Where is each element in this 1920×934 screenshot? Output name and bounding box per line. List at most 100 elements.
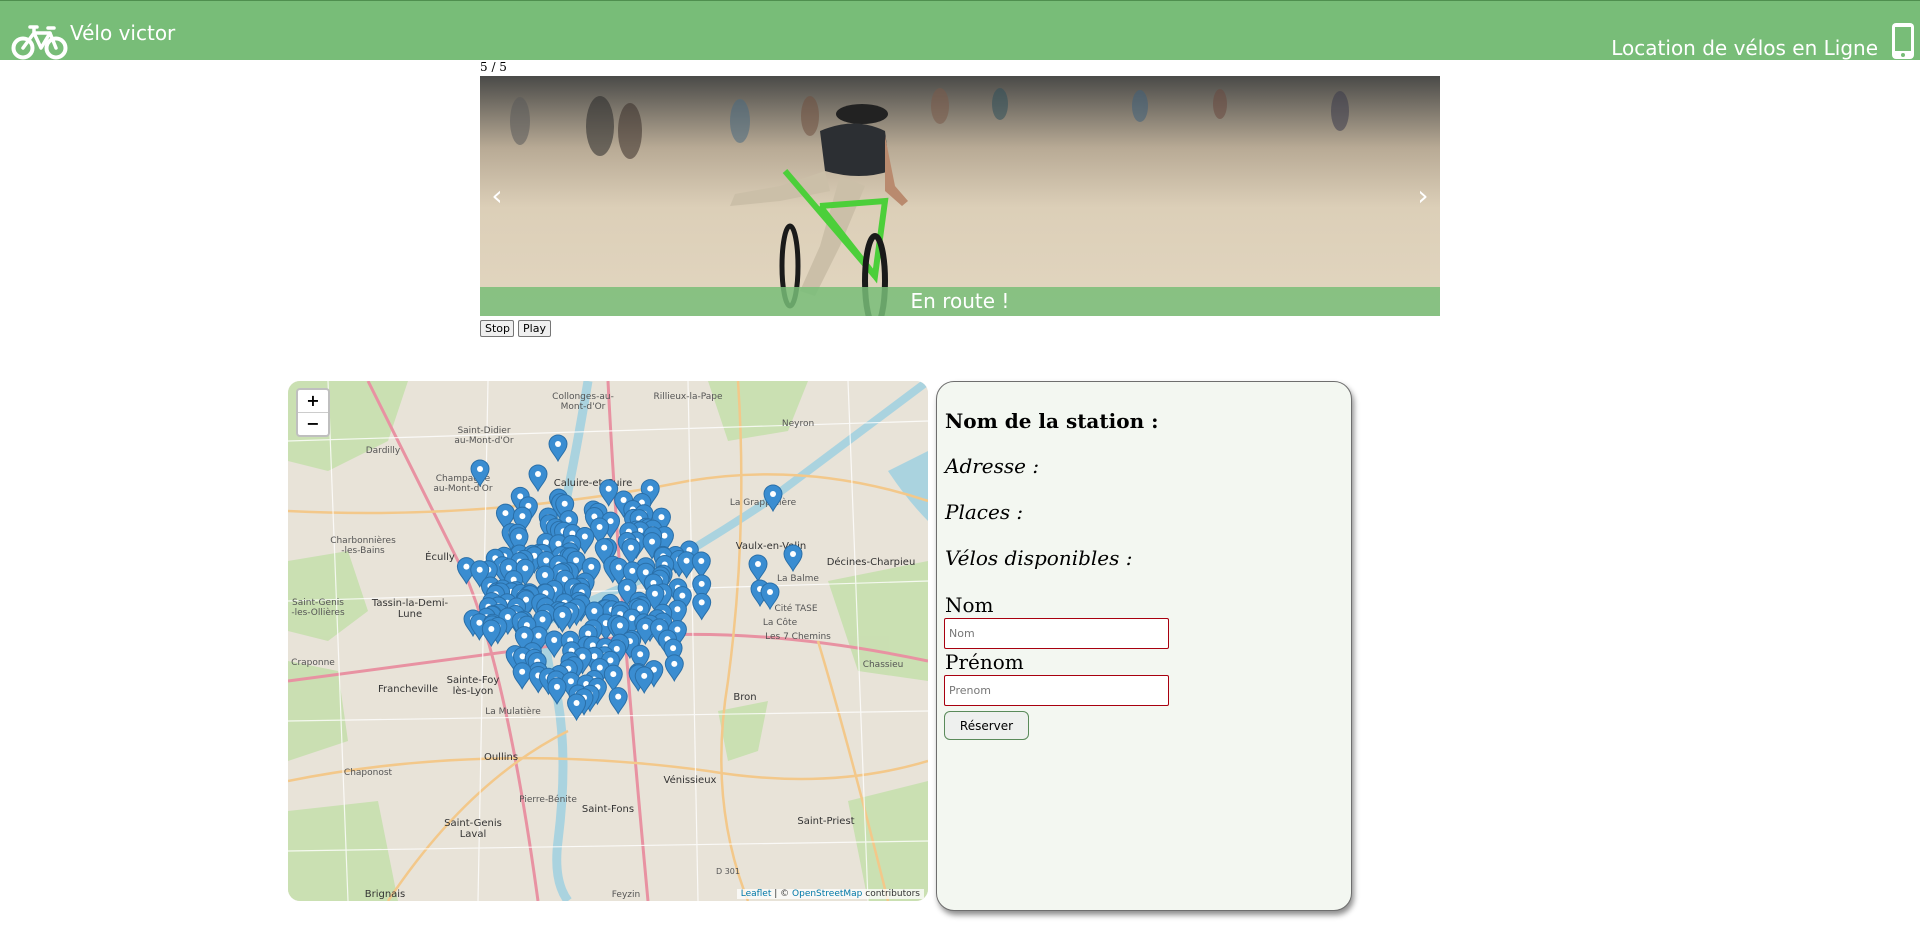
station-panel: Nom de la station : Adresse : Places : V… bbox=[936, 381, 1352, 911]
attribution-separator: | © bbox=[771, 889, 793, 899]
svg-text:Bron: Bron bbox=[733, 692, 756, 703]
site-header: Vélo victor Location de vélos en Ligne bbox=[0, 0, 1920, 60]
map-pin-dot bbox=[502, 510, 509, 517]
svg-text:Tassin-la-Demi-: Tassin-la-Demi- bbox=[371, 598, 449, 609]
svg-text:Oullins: Oullins bbox=[484, 752, 518, 763]
svg-text:lès-Lyon: lès-Lyon bbox=[453, 685, 494, 697]
map-pin-dot bbox=[573, 557, 580, 564]
leaflet-link[interactable]: Leaflet bbox=[741, 889, 772, 899]
map-pin-dot bbox=[607, 518, 614, 525]
svg-text:Feyzin: Feyzin bbox=[612, 890, 640, 900]
map-pin-dot bbox=[551, 637, 558, 644]
zoom-in-button[interactable]: + bbox=[298, 390, 328, 413]
slide-caption: En route ! bbox=[910, 289, 1010, 313]
attribution-suffix: contributors bbox=[862, 889, 920, 899]
map-pin-dot bbox=[559, 611, 566, 618]
svg-text:-les-Bains: -les-Bains bbox=[341, 546, 385, 556]
map-pin-dot bbox=[588, 563, 595, 570]
zoom-out-button[interactable]: − bbox=[298, 413, 328, 435]
map-tiles[interactable]: Collonges-au-Mont-d'Or Rillieux-la-Pape … bbox=[288, 381, 928, 901]
map-pin-dot bbox=[624, 585, 631, 592]
map-pin-dot bbox=[515, 533, 522, 540]
map-pin-dot bbox=[573, 699, 580, 706]
svg-text:Pierre-Bénite: Pierre-Bénite bbox=[519, 794, 577, 805]
svg-text:Mont-d'Or: Mont-d'Or bbox=[561, 402, 606, 412]
map-pin-dot bbox=[698, 599, 705, 606]
map-pin-dot bbox=[642, 569, 649, 576]
map-pin-dot bbox=[601, 544, 608, 551]
reserve-button[interactable]: Réserver bbox=[944, 711, 1029, 740]
map-pin-dot bbox=[504, 614, 511, 621]
slide-caption-bar: En route ! bbox=[480, 287, 1440, 316]
map-pin-dot bbox=[591, 653, 598, 660]
map-pin-dot bbox=[642, 623, 649, 630]
map-pin-dot bbox=[522, 565, 529, 572]
map-pin-dot bbox=[535, 471, 541, 477]
svg-text:Écully: Écully bbox=[425, 550, 455, 563]
svg-text:La Mulatière: La Mulatière bbox=[485, 706, 541, 717]
map-pin-dot bbox=[539, 616, 546, 623]
map-pin-dot bbox=[605, 485, 612, 492]
map-pin-dot bbox=[519, 513, 526, 520]
prenom-input[interactable] bbox=[944, 675, 1169, 706]
map-pin-dot bbox=[542, 572, 549, 579]
svg-text:Lune: Lune bbox=[398, 609, 422, 620]
map-pin-dot bbox=[596, 664, 603, 671]
map-pin-dot bbox=[627, 544, 634, 551]
svg-text:Caluire-et-Cuire: Caluire-et-Cuire bbox=[554, 478, 632, 489]
map-pin-dot bbox=[670, 645, 677, 652]
svg-text:Sainte-Foy: Sainte-Foy bbox=[447, 675, 500, 686]
map-pin-dot bbox=[613, 645, 620, 652]
map-pin-dot bbox=[770, 491, 776, 497]
svg-text:Charbonnières: Charbonnières bbox=[330, 535, 396, 546]
map-pin-dot bbox=[658, 514, 665, 521]
map-pin-dot bbox=[674, 606, 681, 613]
map-pin-dot bbox=[476, 566, 483, 573]
station-map[interactable]: Collonges-au- Mont-d'Or Rillieux-la-Pape … bbox=[288, 381, 928, 901]
map-pin-dot bbox=[555, 441, 561, 447]
places-label: Places : bbox=[945, 500, 1024, 524]
next-slide-button[interactable]: › bbox=[1408, 176, 1438, 216]
bicycle-icon[interactable] bbox=[10, 21, 70, 61]
map-pin-dot bbox=[620, 496, 627, 503]
svg-text:Saint-Genis: Saint-Genis bbox=[292, 598, 344, 608]
map-pin-dot bbox=[755, 561, 761, 567]
svg-text:Décines-Charpieu: Décines-Charpieu bbox=[827, 556, 916, 568]
svg-text:Les 7 Chemins: Les 7 Chemins bbox=[765, 632, 831, 642]
svg-text:Collonges-au-: Collonges-au- bbox=[552, 392, 614, 402]
smartphone-icon bbox=[1892, 23, 1914, 59]
map-pin-dot bbox=[629, 567, 636, 574]
play-button[interactable]: Play bbox=[518, 320, 551, 337]
map-pin-dot bbox=[517, 493, 524, 500]
map-pin-dot bbox=[656, 624, 663, 631]
svg-text:Vénissieux: Vénissieux bbox=[664, 774, 717, 786]
prev-slide-button[interactable]: ‹ bbox=[482, 176, 512, 216]
nom-label: Nom bbox=[945, 593, 994, 617]
map-pin-dot bbox=[637, 651, 644, 658]
map-pin-dot bbox=[565, 516, 572, 523]
svg-text:La Grappinière: La Grappinière bbox=[730, 497, 797, 508]
zoom-control: + − bbox=[296, 388, 330, 437]
svg-text:Saint-Fons: Saint-Fons bbox=[582, 804, 634, 815]
map-pin-dot bbox=[767, 589, 773, 595]
map-pin-dot bbox=[647, 485, 654, 492]
map-pin-dot bbox=[649, 538, 656, 545]
svg-text:Cité TASE: Cité TASE bbox=[774, 603, 817, 614]
map-pin-dot bbox=[535, 632, 542, 639]
stop-button[interactable]: Stop bbox=[480, 320, 514, 337]
map-pin-dot bbox=[554, 683, 561, 690]
brand-title[interactable]: Vélo victor bbox=[70, 21, 175, 45]
station-name-label: Nom de la station : bbox=[945, 409, 1159, 433]
map-pin-dot bbox=[615, 564, 622, 571]
map-pin-dot bbox=[591, 608, 598, 615]
svg-text:Dardilly: Dardilly bbox=[366, 446, 401, 456]
map-pin-dot bbox=[641, 672, 648, 679]
slide-counter: 5 / 5 bbox=[480, 60, 507, 74]
map-pin-dot bbox=[610, 671, 617, 678]
map-pin-dot bbox=[543, 557, 550, 564]
nom-input[interactable] bbox=[944, 618, 1169, 649]
map-pin-dot bbox=[561, 500, 568, 507]
osm-link[interactable]: OpenStreetMap bbox=[792, 889, 862, 899]
svg-text:Francheville: Francheville bbox=[378, 684, 438, 695]
svg-text:-les-Ollières: -les-Ollières bbox=[291, 607, 345, 618]
